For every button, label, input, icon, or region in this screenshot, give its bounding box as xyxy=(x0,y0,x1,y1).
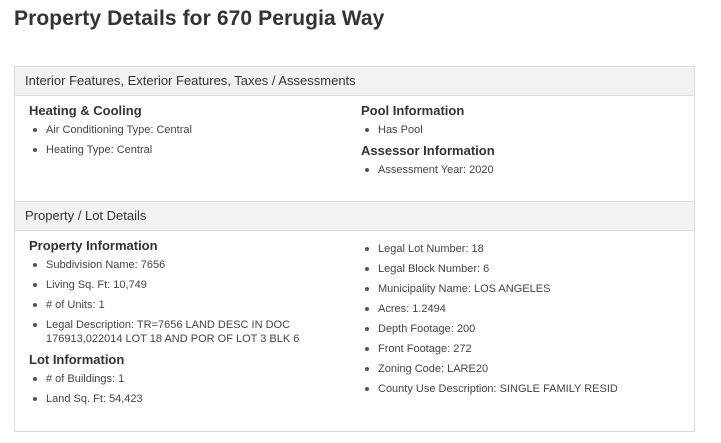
interior-features-header: Interior Features, Exterior Features, Ta… xyxy=(15,67,694,96)
list-item: # of Buildings: 1 xyxy=(33,372,349,386)
list-item: Land Sq. Ft: 54,423 xyxy=(33,392,349,406)
list-item: Depth Footage: 200 xyxy=(365,322,681,336)
pool-information-list: Has Pool xyxy=(361,123,681,137)
list-item: Acres: 1.2494 xyxy=(365,302,681,316)
assessor-information-list: Assessment Year: 2020 xyxy=(361,163,681,177)
interior-left-column: Heating & Cooling Air Conditioning Type:… xyxy=(29,103,349,163)
list-item: Legal Block Number: 6 xyxy=(365,262,681,276)
property-information-list: Subdivision Name: 7656 Living Sq. Ft: 10… xyxy=(29,258,349,346)
list-item: Living Sq. Ft: 10,749 xyxy=(33,278,349,292)
list-item: Municipality Name: LOS ANGELES xyxy=(365,282,681,296)
list-item: County Use Description: SINGLE FAMILY RE… xyxy=(365,382,681,396)
list-item: Legal Lot Number: 18 xyxy=(365,242,681,256)
page-title: Property Details for 670 Perugia Way xyxy=(14,7,385,30)
interior-right-column: Pool Information Has Pool Assessor Infor… xyxy=(361,103,681,183)
list-item: Subdivision Name: 7656 xyxy=(33,258,349,272)
lot-details-list: Legal Lot Number: 18 Legal Block Number:… xyxy=(361,242,681,396)
list-item: Front Footage: 272 xyxy=(365,342,681,356)
property-lot-header: Property / Lot Details xyxy=(15,202,694,231)
list-item: Assessment Year: 2020 xyxy=(365,163,681,177)
property-information-title: Property Information xyxy=(29,238,158,253)
list-item: Heating Type: Central xyxy=(33,143,349,157)
list-item: Zoning Code: LARE20 xyxy=(365,362,681,376)
heating-cooling-list: Air Conditioning Type: Central Heating T… xyxy=(29,123,349,157)
interior-features-panel: Interior Features, Exterior Features, Ta… xyxy=(14,66,695,202)
list-item: Has Pool xyxy=(365,123,681,137)
pool-information-title: Pool Information xyxy=(361,103,465,118)
lot-information-list: # of Buildings: 1 Land Sq. Ft: 54,423 xyxy=(29,372,349,406)
heating-cooling-title: Heating & Cooling xyxy=(29,103,142,118)
list-item: Air Conditioning Type: Central xyxy=(33,123,349,137)
assessor-information-title: Assessor Information xyxy=(361,143,495,158)
lot-right-column: Legal Lot Number: 18 Legal Block Number:… xyxy=(361,238,681,402)
lot-information-title: Lot Information xyxy=(29,352,125,367)
list-item: # of Units: 1 xyxy=(33,298,349,312)
list-item: Legal Description: TR=7656 LAND DESC IN … xyxy=(33,318,349,346)
property-lot-panel: Property / Lot Details Property Informat… xyxy=(14,201,695,432)
lot-left-column: Property Information Subdivision Name: 7… xyxy=(29,238,349,412)
